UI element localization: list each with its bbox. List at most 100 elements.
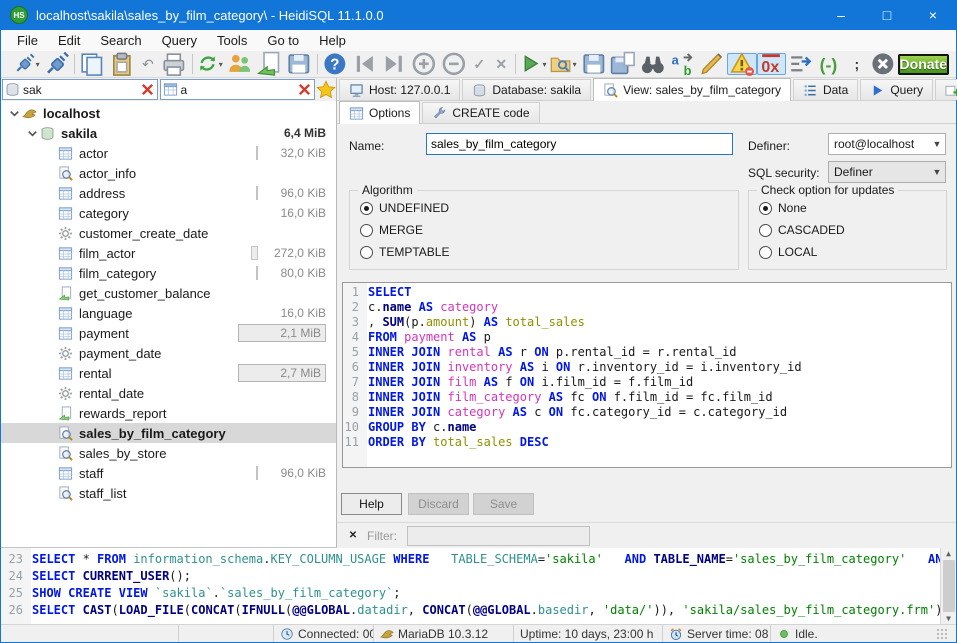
- explain-query-button[interactable]: (-): [816, 53, 846, 75]
- algorithm-radio-undefined[interactable]: UNDEFINED: [360, 201, 449, 215]
- single-query-button[interactable]: ;: [846, 53, 868, 75]
- export-tables-button[interactable]: [254, 53, 284, 75]
- view-sql-editor[interactable]: 1SELECT2c.name AS category3, SUM(p.amoun…: [342, 282, 952, 468]
- tree-item-localhost[interactable]: localhost: [1, 103, 336, 123]
- save-sql-button[interactable]: [579, 53, 609, 75]
- session-manager-button[interactable]: ▾: [12, 53, 42, 75]
- sql-security-dropdown[interactable]: Definer ▼: [828, 161, 946, 183]
- tab-new-query[interactable]: [935, 79, 957, 100]
- check-option-radio-local[interactable]: LOCAL: [759, 245, 817, 259]
- view-name-input[interactable]: [426, 133, 733, 155]
- tree-item-actor[interactable]: actor32,0 KiB: [1, 143, 336, 163]
- filter-input[interactable]: [407, 526, 590, 546]
- user-manager-button[interactable]: [225, 53, 255, 75]
- log-scrollbar[interactable]: ▲ ▼: [940, 548, 956, 624]
- paste-button[interactable]: [107, 53, 137, 75]
- save-data-button[interactable]: [284, 53, 314, 75]
- table-filter-input[interactable]: a: [160, 79, 316, 100]
- menu-item-query[interactable]: Query: [152, 31, 207, 50]
- resize-grip[interactable]: [936, 628, 948, 640]
- delete-record-button[interactable]: [439, 53, 469, 75]
- view-binary-as-hex-button[interactable]: 0x: [757, 53, 787, 75]
- save-button[interactable]: Save: [473, 493, 534, 515]
- tab-view[interactable]: View: sales_by_film_category: [593, 78, 791, 101]
- menu-item-tools[interactable]: Tools: [207, 31, 257, 50]
- tree-item-rental[interactable]: rental2,7 MiB: [1, 363, 336, 383]
- copy-button[interactable]: [77, 53, 107, 75]
- tree-item-language[interactable]: language16,0 KiB: [1, 303, 336, 323]
- menu-item-search[interactable]: Search: [90, 31, 151, 50]
- menu-item-help[interactable]: Help: [309, 31, 356, 50]
- algorithm-radio-label: UNDEFINED: [379, 201, 449, 215]
- post-changes-button[interactable]: ✓: [468, 53, 490, 75]
- disconnect-button[interactable]: [42, 53, 72, 75]
- algorithm-radio-temptable[interactable]: TEMPTABLE: [360, 245, 449, 259]
- tab-data[interactable]: Data: [793, 79, 858, 100]
- clear-filter-icon[interactable]: [297, 82, 312, 97]
- discard-button[interactable]: Discard: [408, 493, 469, 515]
- tab-options[interactable]: Options: [339, 101, 420, 124]
- save-sql-snippet-button[interactable]: [608, 53, 638, 75]
- load-sql-file-button[interactable]: ▾: [548, 53, 578, 75]
- next-result-button[interactable]: [786, 53, 816, 75]
- menu-item-go-to[interactable]: Go to: [257, 31, 309, 50]
- tree-item-staff[interactable]: staff96,0 KiB: [1, 463, 336, 483]
- refresh-button[interactable]: ▾: [195, 53, 225, 75]
- close-filter-icon[interactable]: ✕: [347, 530, 359, 542]
- database-filter-input[interactable]: sak: [2, 79, 158, 100]
- toolbar-grip[interactable]: [8, 55, 9, 73]
- tree-item-rental_date[interactable]: rental_date: [1, 383, 336, 403]
- check-option-radio-none[interactable]: None: [759, 201, 807, 215]
- menu-item-edit[interactable]: Edit: [48, 31, 90, 50]
- tree-item-film_category[interactable]: film_category80,0 KiB: [1, 263, 336, 283]
- tree-item-sales_by_film_category[interactable]: sales_by_film_category: [1, 423, 336, 443]
- favorites-toggle[interactable]: [316, 78, 336, 101]
- tree-item-address[interactable]: address96,0 KiB: [1, 183, 336, 203]
- run-query-button[interactable]: ▾: [518, 53, 548, 75]
- tree-item-category[interactable]: category16,0 KiB: [1, 203, 336, 223]
- check-option-radio-cascaded[interactable]: CASCADED: [759, 223, 845, 237]
- scroll-down-icon[interactable]: ▼: [946, 614, 951, 623]
- scroll-up-icon[interactable]: ▲: [946, 549, 951, 558]
- maximize-button[interactable]: □: [864, 0, 910, 30]
- tree-item-get_customer_balance[interactable]: get_customer_balance: [1, 283, 336, 303]
- insert-record-button[interactable]: [409, 53, 439, 75]
- last-record-button[interactable]: [379, 53, 409, 75]
- code-text: SELECT: [363, 285, 411, 300]
- tab-create-code[interactable]: CREATE code: [422, 102, 539, 123]
- size-value: 96,0 KiB: [262, 186, 326, 200]
- first-record-button[interactable]: [350, 53, 380, 75]
- find-text-button[interactable]: [638, 53, 668, 75]
- reformat-sql-button[interactable]: [697, 53, 727, 75]
- tab-database[interactable]: Database: sakila: [462, 79, 591, 100]
- definer-combobox[interactable]: root@localhost ▼: [828, 133, 946, 155]
- help-button[interactable]: Help: [341, 493, 402, 515]
- view-icon: [58, 426, 73, 441]
- undo-button[interactable]: ↶: [137, 53, 159, 75]
- tab-host[interactable]: Host: 127.0.0.1: [339, 79, 460, 100]
- help-button[interactable]: ?: [320, 53, 350, 75]
- tree-item-sakila[interactable]: sakila6,4 MiB: [1, 123, 336, 143]
- scrollbar-thumb[interactable]: [943, 560, 955, 612]
- tree-item-payment_date[interactable]: payment_date: [1, 343, 336, 363]
- print-button[interactable]: [159, 53, 189, 75]
- algorithm-radio-merge[interactable]: MERGE: [360, 223, 423, 237]
- tree-item-payment[interactable]: payment2,1 MiB: [1, 323, 336, 343]
- tree-item-film_actor[interactable]: film_actor272,0 KiB: [1, 243, 336, 263]
- clear-filter-icon[interactable]: [140, 82, 155, 97]
- cancel-query-button[interactable]: [868, 53, 898, 75]
- minimize-button[interactable]: –: [818, 0, 864, 30]
- menu-item-file[interactable]: File: [7, 31, 48, 50]
- tree-item-sales_by_store[interactable]: sales_by_store: [1, 443, 336, 463]
- tree-item-rewards_report[interactable]: rewards_report: [1, 403, 336, 423]
- tree-item-actor_info[interactable]: actor_info: [1, 163, 336, 183]
- donate-button[interactable]: Donate: [898, 54, 949, 75]
- tree-item-staff_list[interactable]: staff_list: [1, 483, 336, 503]
- replace-text-button[interactable]: ab: [668, 53, 698, 75]
- cancel-editing-button[interactable]: ✕: [490, 53, 512, 75]
- close-button[interactable]: ×: [910, 0, 956, 30]
- tab-options-icon: [349, 106, 364, 121]
- tab-query[interactable]: Query: [860, 79, 933, 100]
- bind-parameters-button[interactable]: [727, 53, 757, 75]
- tree-item-customer_create_date[interactable]: customer_create_date: [1, 223, 336, 243]
